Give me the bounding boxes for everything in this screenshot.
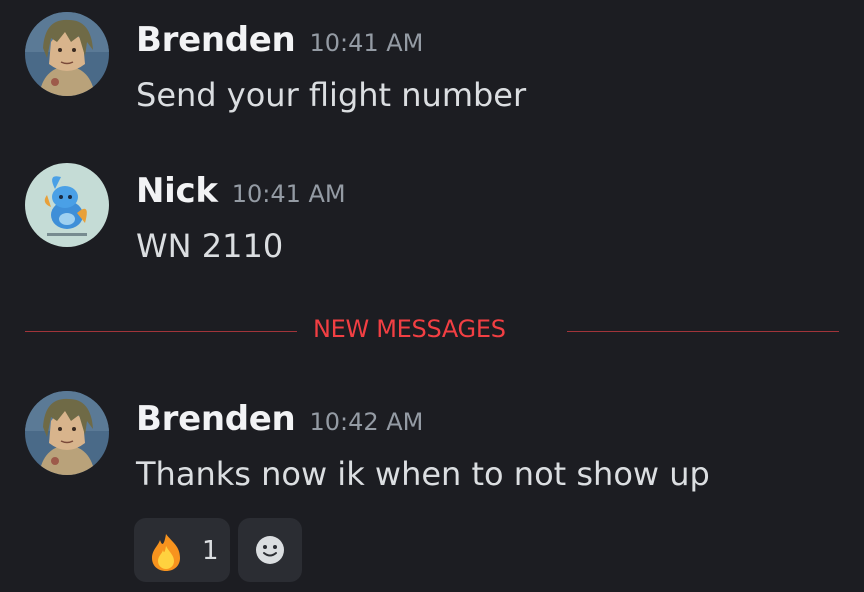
add-reaction-icon [254, 534, 286, 570]
fire-emoji-icon [146, 532, 186, 576]
divider-line [25, 331, 297, 332]
message-text: Thanks now ik when to not show up [136, 455, 710, 493]
timestamp: 10:42 AM [309, 408, 424, 436]
chat-messages: Brenden 10:41 AM Send your flight number … [0, 0, 864, 592]
add-reaction-button[interactable] [238, 518, 302, 582]
username[interactable]: Brenden [136, 20, 296, 60]
reaction-fire[interactable]: 1 [134, 518, 230, 582]
avatar-brenden[interactable] [25, 12, 109, 96]
divider-line [567, 331, 839, 332]
message-text: WN 2110 [136, 227, 284, 265]
timestamp: 10:41 AM [309, 29, 424, 57]
username[interactable]: Nick [136, 171, 218, 211]
timestamp: 10:41 AM [231, 180, 346, 208]
divider-label: NEW MESSAGES [313, 315, 506, 343]
avatar-brenden[interactable] [25, 391, 109, 475]
avatar-nick[interactable] [25, 163, 109, 247]
username[interactable]: Brenden [136, 399, 296, 439]
new-messages-divider: NEW MESSAGES [25, 311, 839, 351]
reaction-count: 1 [202, 536, 219, 566]
message-text: Send your flight number [136, 76, 527, 114]
